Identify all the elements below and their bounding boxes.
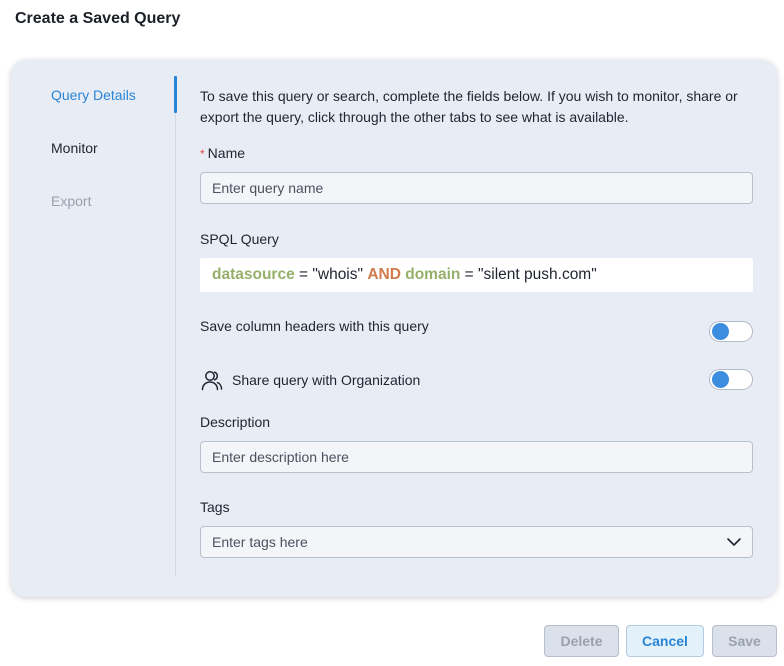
save-headers-label: Save column headers with this query	[200, 318, 429, 334]
spql-equals: =	[294, 266, 313, 283]
dialog-title: Create a Saved Query	[15, 10, 181, 27]
tags-placeholder: Enter tags here	[212, 534, 308, 550]
name-label-text: Name	[207, 145, 246, 161]
save-headers-toggle[interactable]	[709, 321, 753, 342]
name-input[interactable]: Enter query name	[200, 172, 753, 204]
delete-button[interactable]: Delete	[544, 625, 619, 657]
toggle-knob	[712, 323, 729, 340]
toggle-knob	[712, 371, 729, 388]
share-label: Share query with Organization	[232, 372, 421, 388]
spql-operator-and: AND	[367, 266, 401, 283]
spql-field-domain: domain	[405, 266, 461, 283]
description-label: Description	[200, 414, 271, 430]
spql-value-whois: "whois"	[312, 266, 364, 283]
tags-select[interactable]: Enter tags here	[200, 526, 753, 558]
tab-monitor[interactable]: Monitor	[51, 140, 98, 156]
chevron-down-icon[interactable]	[726, 535, 742, 549]
spql-field-datasource: datasource	[212, 266, 295, 283]
description-input[interactable]: Enter description here	[200, 441, 753, 473]
save-button[interactable]: Save	[712, 625, 777, 657]
tab-list: Query Details Monitor Export	[11, 60, 177, 597]
cancel-button[interactable]: Cancel	[626, 625, 704, 657]
spql-equals: =	[460, 266, 479, 283]
tab-export[interactable]: Export	[51, 193, 91, 209]
spql-label: SPQL Query	[200, 231, 279, 247]
users-icon	[201, 371, 223, 391]
spql-query-editor[interactable]: datasource = "whois" AND domain = "silen…	[200, 258, 753, 292]
intro-text: To save this query or search, complete t…	[200, 88, 738, 125]
tab-divider	[175, 76, 176, 576]
tags-label: Tags	[200, 499, 230, 515]
spql-value-domain: "silent push.com"	[478, 266, 597, 283]
tab-query-details[interactable]: Query Details	[51, 87, 136, 103]
dialog-panel: Query Details Monitor Export To save thi…	[11, 60, 777, 597]
share-row: Share query with Organization	[200, 368, 420, 392]
name-label: * Name	[200, 145, 245, 161]
share-toggle[interactable]	[709, 369, 753, 390]
required-marker: *	[200, 147, 205, 161]
active-tab-indicator	[174, 76, 177, 113]
